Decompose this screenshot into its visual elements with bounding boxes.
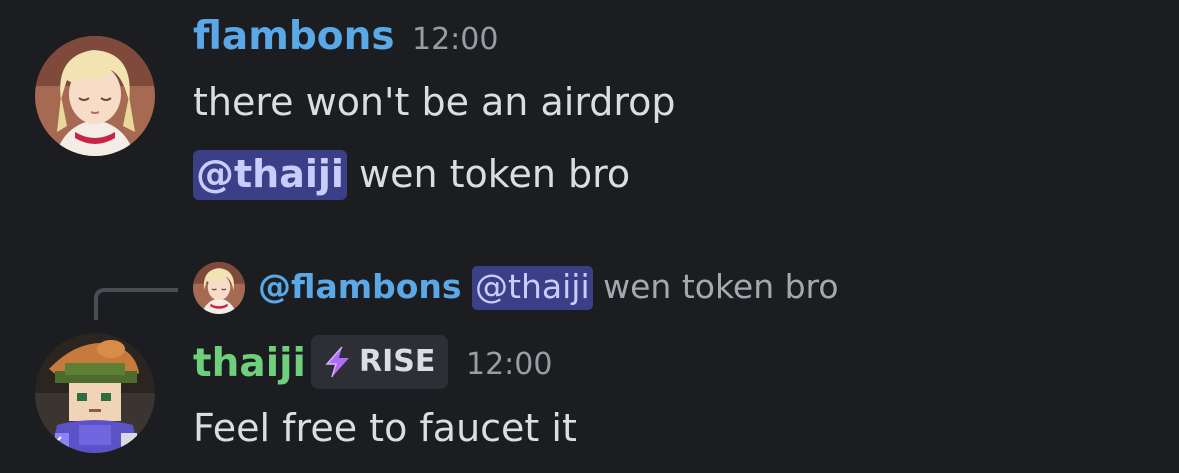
reply-mention-thaiji[interactable]: @thaiji bbox=[472, 266, 593, 310]
user-avatar-flambons[interactable] bbox=[35, 36, 155, 156]
reply-connector-line bbox=[94, 288, 178, 320]
anime-girl-avatar-icon bbox=[193, 262, 245, 314]
message-text-fragment: wen token bro bbox=[346, 152, 631, 196]
reply-preview[interactable]: @flambons @thaiji wen token bro bbox=[258, 266, 839, 310]
user-mention-thaiji[interactable]: @thaiji bbox=[193, 150, 347, 200]
pixel-adventurer-avatar-icon bbox=[35, 333, 155, 453]
chat-message-list: flambons 12:00 there won't be an airdrop… bbox=[0, 0, 1179, 473]
message-text: @thaiji wen token bro bbox=[193, 150, 631, 200]
message-text: Feel free to faucet it bbox=[193, 406, 577, 450]
lightning-icon bbox=[325, 346, 349, 378]
user-avatar-thaiji[interactable] bbox=[35, 333, 155, 453]
message-author-flambons[interactable]: flambons bbox=[193, 17, 395, 56]
message-text: there won't be an airdrop bbox=[193, 80, 676, 124]
message-timestamp: 12:00 bbox=[412, 22, 499, 57]
message-timestamp: 12:00 bbox=[466, 347, 553, 382]
badge-label: RISE bbox=[359, 344, 436, 379]
anime-girl-avatar-icon bbox=[35, 36, 155, 156]
reply-author[interactable]: @flambons bbox=[258, 267, 462, 306]
message-author-thaiji[interactable]: thaiji bbox=[193, 344, 306, 383]
server-tag-badge[interactable]: RISE bbox=[311, 335, 449, 389]
reply-text: wen token bro bbox=[592, 267, 839, 306]
reply-avatar-flambons[interactable] bbox=[193, 262, 245, 314]
